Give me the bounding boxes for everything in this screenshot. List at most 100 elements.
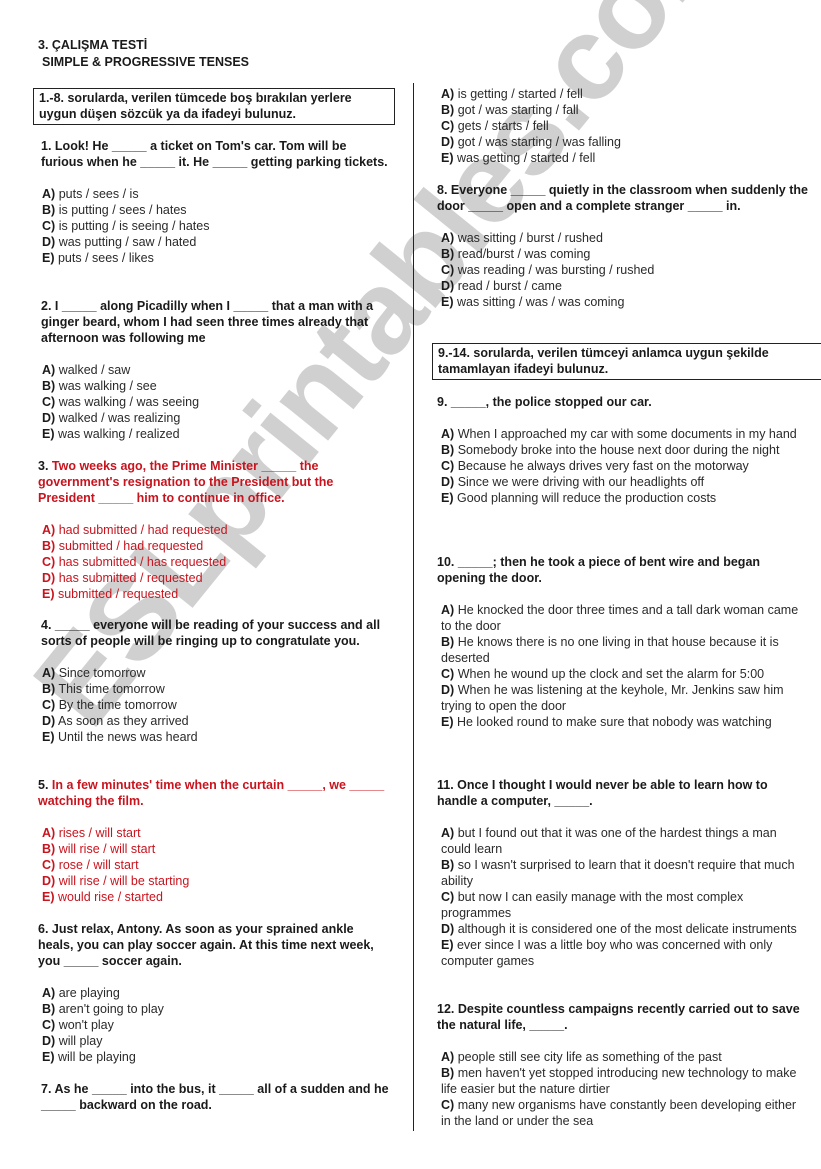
question-12: 12. Despite countless campaigns recently… [437,1001,809,1129]
question-stem: 3. Two weeks ago, the Prime Minister ___… [38,458,390,506]
option-text: was getting / started / fell [456,151,596,165]
answer-option-a[interactable]: A) He knocked the door three times and a… [437,602,809,634]
answer-option-b[interactable]: B) is putting / sees / hates [38,202,390,218]
answer-option-c[interactable]: C) By the time tomorrow [38,697,390,713]
answer-options: A) but I found out that it was one of th… [437,825,809,969]
option-text: would rise / started [57,890,163,904]
question-number: 5. [38,778,49,792]
answer-option-d[interactable]: D) Since we were driving with our headli… [437,474,809,490]
answer-options: A) When I approached my car with some do… [437,426,809,506]
answer-option-c[interactable]: C) When he wound up the clock and set th… [437,666,809,682]
option-letter: A) [42,523,56,537]
answer-option-e[interactable]: E) Good planning will reduce the product… [437,490,809,506]
answer-option-d[interactable]: D) walked / was realizing [38,410,390,426]
answer-option-e[interactable]: E) Until the news was heard [38,729,390,745]
question-5: 5. In a few minutes' time when the curta… [38,777,390,905]
option-text: is putting / is seeing / hates [58,219,210,233]
option-letter: A) [42,826,56,840]
answer-option-d[interactable]: D) will play [38,1033,390,1049]
answer-option-a[interactable]: A) people still see city life as somethi… [437,1049,809,1065]
answer-option-b[interactable]: B) so I wasn't surprised to learn that i… [437,857,809,889]
option-text: has submitted / has requested [58,555,227,569]
option-text: will rise / will be starting [58,874,190,888]
answer-option-d[interactable]: D) got / was starting / was falling [437,134,809,150]
option-letter: B) [441,858,455,872]
answer-option-d[interactable]: D) was putting / saw / hated [38,234,390,250]
answer-option-b[interactable]: B) men haven't yet stopped introducing n… [437,1065,809,1097]
option-letter: C) [441,667,455,681]
option-text: read / burst / came [457,279,562,293]
answer-option-c[interactable]: C) is putting / is seeing / hates [38,218,390,234]
answer-option-e[interactable]: E) will be playing [38,1049,390,1065]
answer-option-a[interactable]: A) walked / saw [38,362,390,378]
answer-option-e[interactable]: E) was getting / started / fell [437,150,809,166]
answer-option-b[interactable]: B) He knows there is no one living in th… [437,634,809,666]
answer-option-b[interactable]: B) This time tomorrow [38,681,390,697]
answer-option-a[interactable]: A) is getting / started / fell [437,86,809,102]
answer-option-c[interactable]: C) many new organisms have constantly be… [437,1097,809,1129]
question-number: 8. [437,183,448,197]
answer-option-e[interactable]: E) ever since I was a little boy who was… [437,937,809,969]
answer-option-c[interactable]: C) won't play [38,1017,390,1033]
option-text: so I wasn't surprised to learn that it d… [441,858,795,888]
option-letter: D) [42,235,56,249]
option-letter: D) [42,571,56,585]
question-7-options-continued: A) is getting / started / fell B) got / w… [437,86,809,166]
answer-option-b[interactable]: B) submitted / had requested [38,538,390,554]
answer-option-d[interactable]: D) will rise / will be starting [38,873,390,889]
answer-option-d[interactable]: D) has submitted / requested [38,570,390,586]
option-text: was walking / see [58,379,157,393]
answer-option-c[interactable]: C) was walking / was seeing [38,394,390,410]
option-letter: B) [441,1066,455,1080]
answer-option-d[interactable]: D) read / burst / came [437,278,809,294]
answer-option-c[interactable]: C) was reading / was bursting / rushed [437,262,809,278]
worksheet-title: 3. ÇALIŞMA TESTİ [38,38,148,52]
answer-option-b[interactable]: B) Somebody broke into the house next do… [437,442,809,458]
answer-option-d[interactable]: D) When he was listening at the keyhole,… [437,682,809,714]
option-letter: A) [441,231,455,245]
answer-option-b[interactable]: B) aren't going to play [38,1001,390,1017]
answer-option-d[interactable]: D) As soon as they arrived [38,713,390,729]
answer-option-a[interactable]: A) but I found out that it was one of th… [437,825,809,857]
question-text: _____, the police stopped our car. [450,395,652,409]
answer-option-b[interactable]: B) will rise / will start [38,841,390,857]
answer-option-d[interactable]: D) although it is considered one of the … [437,921,809,937]
answer-option-a[interactable]: A) When I approached my car with some do… [437,426,809,442]
answer-option-a[interactable]: A) Since tomorrow [38,665,390,681]
question-stem: 12. Despite countless campaigns recently… [437,1001,809,1033]
answer-option-b[interactable]: B) read/burst / was coming [437,246,809,262]
question-number: 10. [437,555,455,569]
answer-option-e[interactable]: E) would rise / started [38,889,390,905]
answer-option-a[interactable]: A) puts / sees / is [38,186,390,202]
answer-option-e[interactable]: E) He looked round to make sure that nob… [437,714,809,730]
question-number: 2. [41,299,52,313]
option-text: has submitted / requested [58,571,203,585]
option-letter: E) [441,491,454,505]
answer-option-c[interactable]: C) rose / will start [38,857,390,873]
question-text: In a few minutes' time when the curtain … [38,778,385,808]
option-text: was walking / realized [57,427,180,441]
answer-option-c[interactable]: C) has submitted / has requested [38,554,390,570]
option-letter: A) [42,666,56,680]
option-text: will rise / will start [58,842,156,856]
answer-option-b[interactable]: B) got / was starting / fall [437,102,809,118]
option-letter: D) [441,683,455,697]
option-text: Since we were driving with our headlight… [457,475,705,489]
answer-option-e[interactable]: E) submitted / requested [38,586,390,602]
answer-option-c[interactable]: C) Because he always drives very fast on… [437,458,809,474]
answer-option-a[interactable]: A) rises / will start [38,825,390,841]
answer-option-c[interactable]: C) but now I can easily manage with the … [437,889,809,921]
answer-option-a[interactable]: A) was sitting / burst / rushed [437,230,809,246]
answer-option-a[interactable]: A) are playing [38,985,390,1001]
question-text: As he _____ into the bus, it _____ all o… [41,1082,389,1112]
answer-option-b[interactable]: B) was walking / see [38,378,390,394]
answer-option-e[interactable]: E) was sitting / was / was coming [437,294,809,310]
answer-option-e[interactable]: E) puts / sees / likes [38,250,390,266]
answer-option-c[interactable]: C) gets / starts / fell [437,118,809,134]
option-text: is putting / sees / hates [58,203,187,217]
option-letter: D) [42,1034,56,1048]
answer-option-a[interactable]: A) had submitted / had requested [38,522,390,538]
answer-option-e[interactable]: E) was walking / realized [38,426,390,442]
option-letter: A) [441,826,455,840]
instructions-box-part2: 9.-14. sorularda, verilen tümceyi anlamc… [432,343,821,380]
